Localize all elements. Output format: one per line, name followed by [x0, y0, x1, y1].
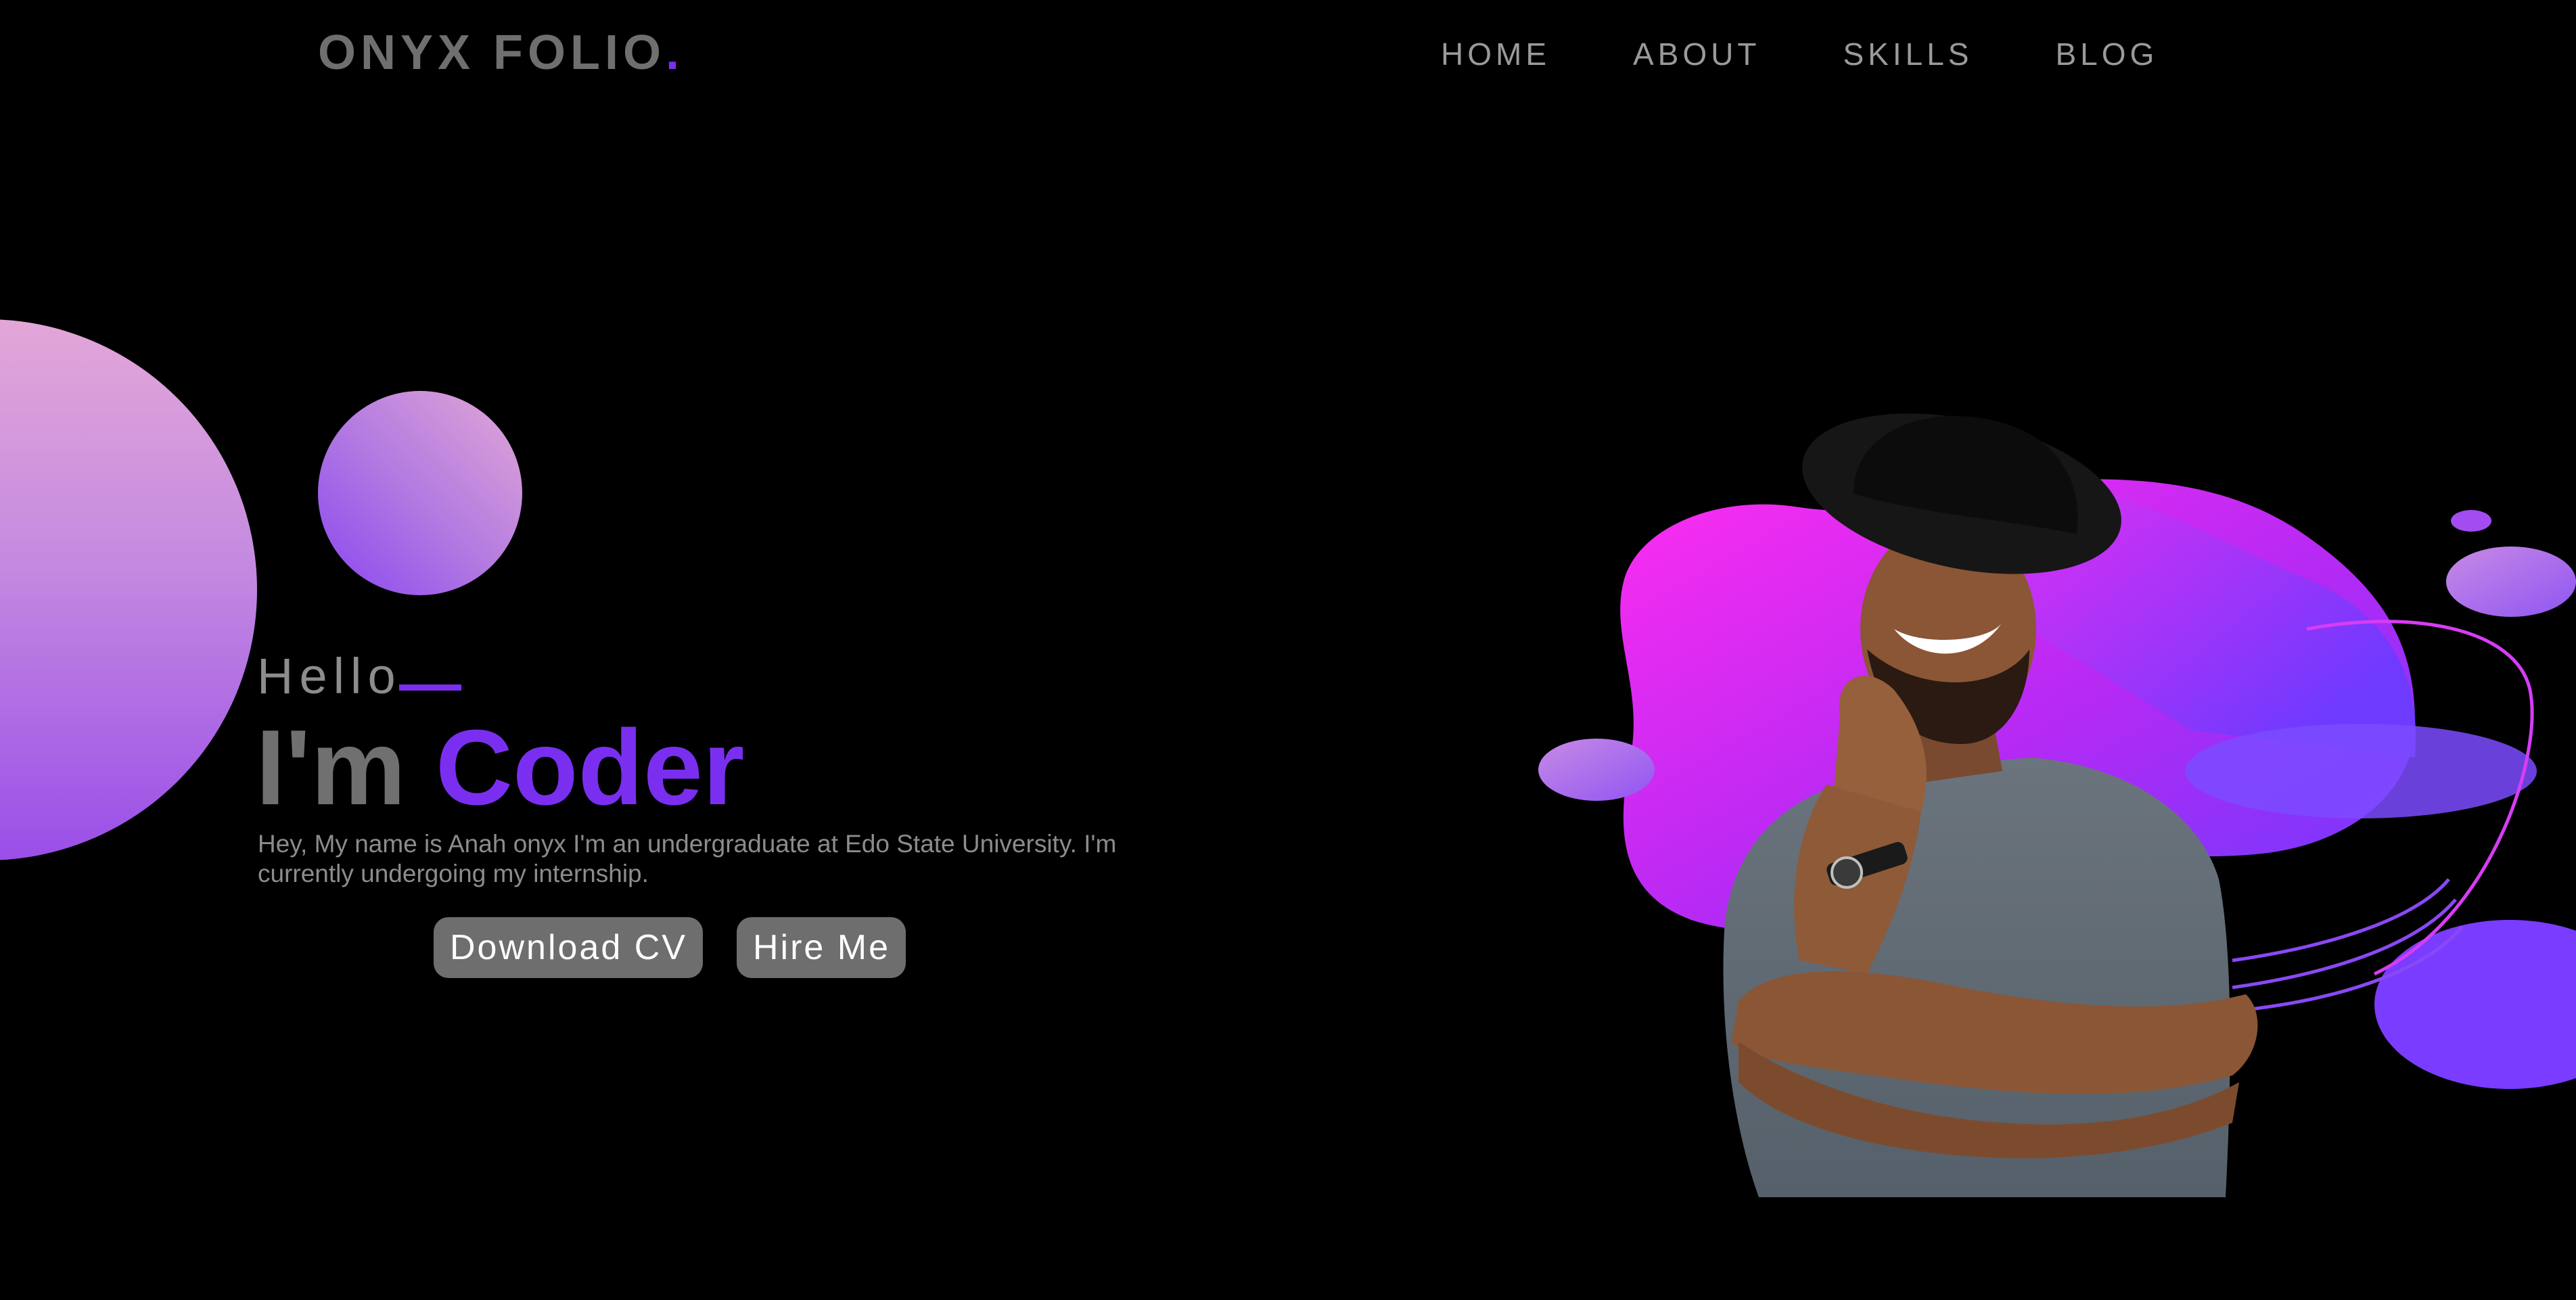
headline-role: Coder	[435, 708, 745, 827]
nav-item-home[interactable]: HOME	[1441, 35, 1550, 73]
portfolio-page: ONYX FOLIO. HOME ABOUT SKILLS BLOG Hello…	[0, 0, 2576, 1300]
intro-paragraph: Hey, My name is Anah onyx I'm an undergr…	[258, 830, 1117, 887]
hero-illustration	[1538, 413, 2576, 1197]
logo-text: ONYX FOLIO	[318, 26, 666, 80]
site-logo[interactable]: ONYX FOLIO.	[318, 26, 684, 80]
nav-item-skills[interactable]: SKILLS	[1843, 35, 1973, 73]
decorative-circle-large	[0, 319, 257, 860]
greeting-underline	[399, 684, 461, 691]
greeting-text: Hello	[257, 648, 402, 704]
download-cv-button[interactable]: Download CV	[434, 917, 703, 978]
nav-item-blog[interactable]: BLOG	[2055, 35, 2158, 73]
hero-headline: I'm Coder	[256, 710, 744, 825]
logo-dot: .	[666, 26, 685, 80]
nav-item-about[interactable]: ABOUT	[1633, 35, 1760, 73]
headline-prefix: I'm	[256, 708, 406, 827]
hire-me-button[interactable]: Hire Me	[737, 917, 906, 978]
decorative-circle-small	[318, 391, 522, 595]
main-nav: HOME ABOUT SKILLS BLOG	[1441, 35, 2158, 73]
